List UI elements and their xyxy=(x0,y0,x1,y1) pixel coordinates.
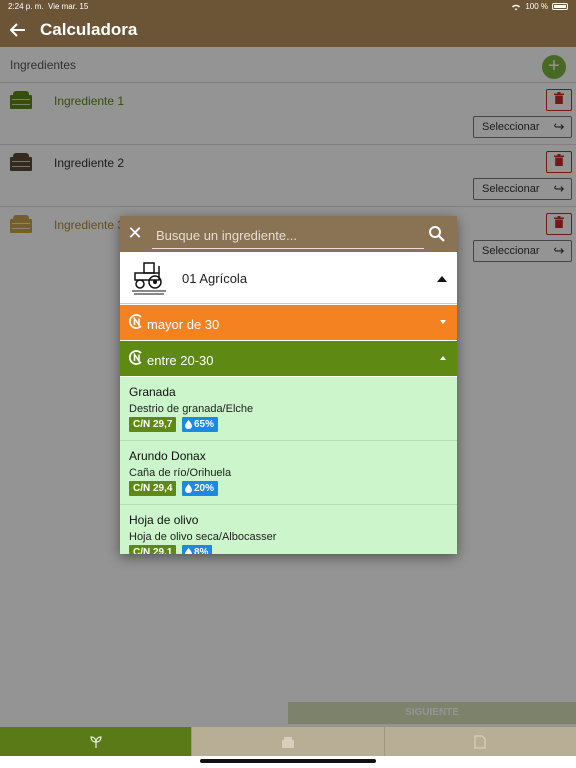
collapse-triangle-icon xyxy=(437,276,447,282)
close-icon: ✕ xyxy=(127,223,143,243)
document-icon xyxy=(474,734,486,749)
list-item[interactable]: Arundo Donax Caña de río/Orihuela C/N 29… xyxy=(120,441,457,505)
category-header[interactable]: 01 Agrícola xyxy=(120,252,457,304)
wifi-icon xyxy=(512,4,521,10)
group-header-mayor-30[interactable]: mayor de 30 xyxy=(120,305,457,340)
tractor-icon xyxy=(132,262,166,295)
item-subtitle: Hoja de olivo seca/Albocasser xyxy=(129,531,277,543)
humidity-badge: 20% xyxy=(182,481,219,496)
cn-badge: C/N 29,7 xyxy=(129,417,177,432)
group-label: entre 20-30 xyxy=(147,353,214,368)
battery-percent: 100 % xyxy=(525,2,548,11)
ingredient-search-input[interactable] xyxy=(152,223,424,249)
water-drop-icon xyxy=(185,484,192,493)
status-bar: 2:24 p. m. Vie mar. 15 100 % xyxy=(0,0,576,13)
list-item[interactable]: Hoja de olivo Hoja de olivo seca/Albocas… xyxy=(120,505,457,554)
page-title: Calculadora xyxy=(40,20,138,39)
home-indicator xyxy=(200,759,376,763)
item-title: Granada xyxy=(129,385,176,399)
cn-ratio-icon xyxy=(128,314,142,329)
humidity-badge: 8% xyxy=(182,545,213,554)
dialog-search-bar: ✕ xyxy=(120,216,457,252)
cn-badge: C/N 29,4 xyxy=(129,481,177,496)
close-button[interactable]: ✕ xyxy=(124,222,146,244)
group-label: mayor de 30 xyxy=(147,317,220,332)
arrow-left-icon xyxy=(10,23,25,37)
tab-crate[interactable] xyxy=(191,727,384,756)
cn-badge: C/N 29,1 xyxy=(129,545,177,554)
humidity-value: 20% xyxy=(194,483,215,494)
search-icon[interactable] xyxy=(428,225,446,243)
cn-ratio-icon xyxy=(128,350,142,365)
item-subtitle: Destrio de granada/Elche xyxy=(129,403,254,415)
plant-icon xyxy=(90,735,102,748)
item-title: Arundo Donax xyxy=(129,449,206,463)
humidity-value: 65% xyxy=(194,419,215,430)
item-title: Hoja de olivo xyxy=(129,513,199,527)
group-header-entre-20-30[interactable]: entre 20-30 xyxy=(120,341,457,376)
list-item[interactable]: Granada Destrio de granada/Elche C/N 29,… xyxy=(120,377,457,441)
tab-document[interactable] xyxy=(383,727,576,756)
bottom-nav xyxy=(0,727,576,756)
collapse-triangle-icon xyxy=(440,356,446,360)
status-date: Vie mar. 15 xyxy=(48,2,89,11)
status-right: 100 % xyxy=(511,2,568,11)
app-bar: Calculadora xyxy=(0,13,576,47)
ingredient-picker-dialog: ✕ 01 Agrícola mayor de 30 entre 20-30 Gr… xyxy=(120,216,457,554)
water-drop-icon xyxy=(185,420,192,429)
ingredient-list[interactable]: Granada Destrio de granada/Elche C/N 29,… xyxy=(120,377,457,554)
category-label: 01 Agrícola xyxy=(182,271,248,286)
item-subtitle: Caña de río/Orihuela xyxy=(129,467,232,479)
crate-icon xyxy=(281,736,294,748)
battery-icon xyxy=(552,3,568,10)
tab-plant[interactable] xyxy=(0,727,192,756)
expand-triangle-icon xyxy=(440,320,446,324)
water-drop-icon xyxy=(185,548,192,554)
humidity-value: 8% xyxy=(194,547,209,554)
back-button[interactable] xyxy=(0,13,36,47)
status-time: 2:24 p. m. xyxy=(8,2,44,11)
humidity-badge: 65% xyxy=(182,417,219,432)
